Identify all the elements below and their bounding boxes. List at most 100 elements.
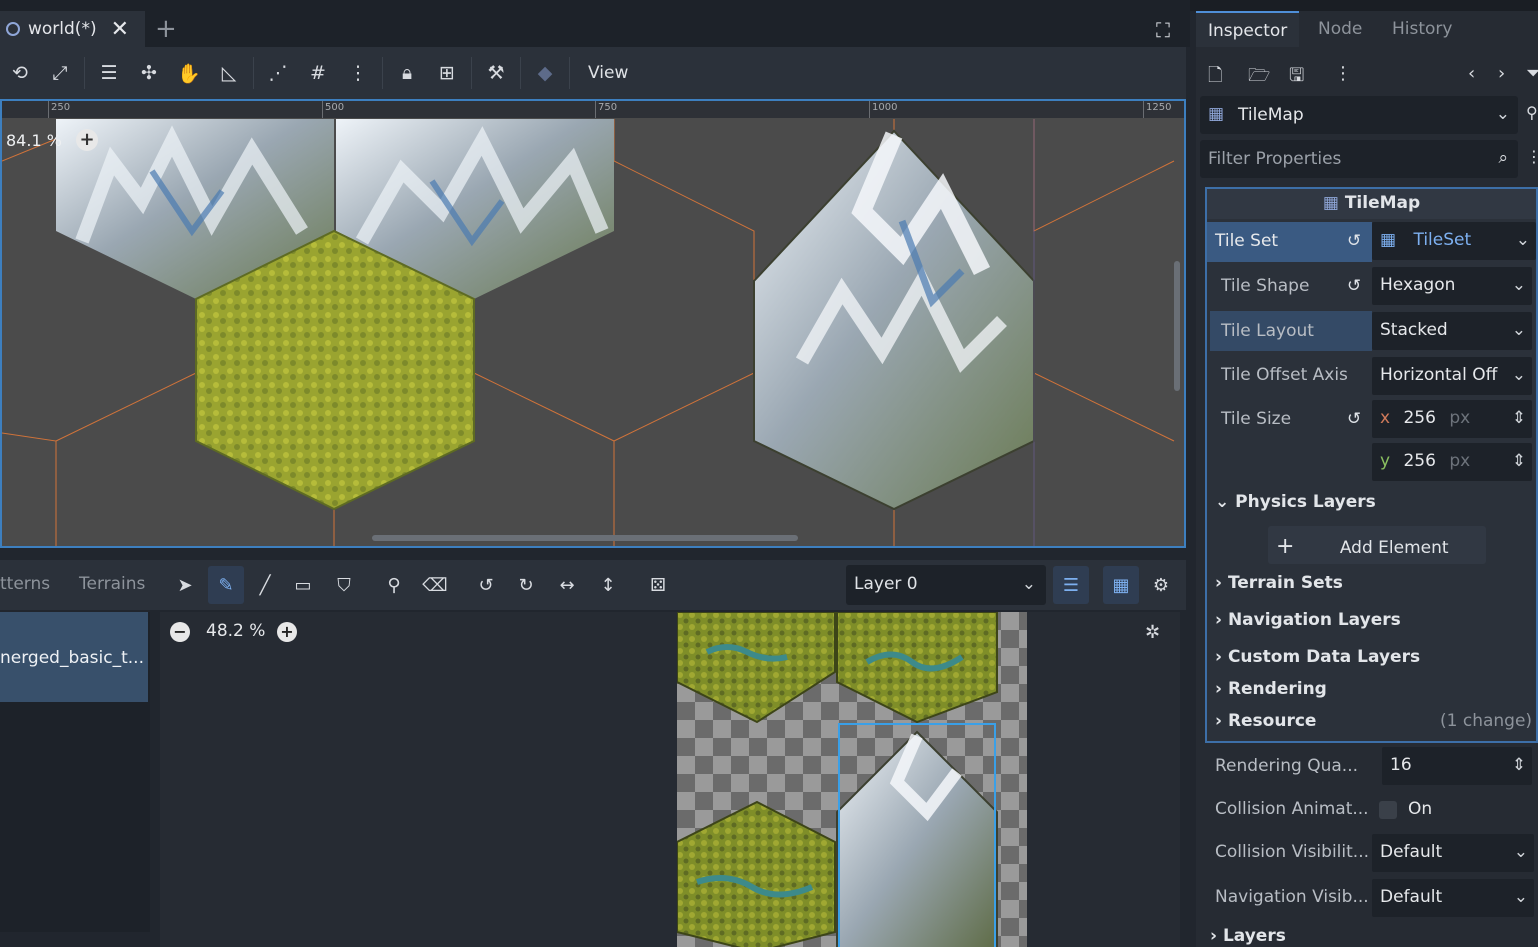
history-back-icon[interactable]: ‹ xyxy=(1468,63,1475,84)
smart-snap-icon[interactable]: ⋰ xyxy=(258,53,298,93)
custom-data-layers-section[interactable]: › Custom Data Layers xyxy=(1215,647,1420,667)
toolbar-separator xyxy=(520,57,521,89)
add-element-button[interactable]: + Add Element xyxy=(1268,526,1486,564)
horizontal-scrollbar[interactable] xyxy=(372,535,798,541)
ruler-icon[interactable]: ◺ xyxy=(209,53,249,93)
filter-properties-input[interactable]: Filter Properties ⌕ xyxy=(1200,140,1518,178)
resource-section[interactable]: › Resource xyxy=(1215,711,1316,731)
tile-size-x-field[interactable]: x 256 px ⇕ xyxy=(1372,400,1532,438)
search-icon: ⌕ xyxy=(1498,148,1508,168)
mesh-icon[interactable]: ◆ xyxy=(525,53,565,93)
inspected-node-select[interactable]: ▦ TileMap ⌄ xyxy=(1200,96,1518,134)
pivot-icon[interactable]: ✣ xyxy=(129,53,169,93)
vertical-scrollbar[interactable] xyxy=(1174,261,1180,391)
rendering-section[interactable]: › Rendering xyxy=(1215,679,1327,699)
bucket-tool-icon[interactable]: ⛉ xyxy=(326,566,362,604)
grid-snap-icon[interactable]: # xyxy=(298,53,338,93)
zoom-in-icon[interactable]: + xyxy=(277,622,297,642)
bone-icon[interactable]: ⚒ xyxy=(476,53,516,93)
pin-icon[interactable]: ⚲ xyxy=(1526,103,1538,122)
tile-offset-axis-select[interactable]: Horizontal Off ⌄ xyxy=(1372,357,1532,395)
tile-layout-value: Stacked xyxy=(1380,320,1448,340)
close-icon[interactable]: ✕ xyxy=(111,17,129,42)
revert-icon[interactable]: ↺ xyxy=(1347,276,1361,296)
scene-tab-world[interactable]: world(*) ✕ xyxy=(0,11,145,47)
zoom-level[interactable]: 84.1 % xyxy=(6,131,62,150)
tab-inspector[interactable]: Inspector xyxy=(1196,11,1300,47)
picker-tool-icon[interactable]: ⚲ xyxy=(376,566,412,604)
tilemap-canvas[interactable] xyxy=(2,101,1184,546)
tileset-icon: ▦ xyxy=(1380,230,1402,250)
eraser-tool-icon[interactable]: ⌫ xyxy=(417,566,453,604)
object-history-icon[interactable]: ⏷ xyxy=(1526,63,1538,84)
history-forward-icon[interactable]: › xyxy=(1498,63,1505,84)
tile-set-value[interactable]: ▦ TileSet ⌄ xyxy=(1372,222,1536,260)
zoom-out-icon[interactable]: − xyxy=(170,622,190,642)
layer-list-icon[interactable]: ☰ xyxy=(1053,566,1089,604)
more-icon[interactable]: ⋮ xyxy=(1334,63,1352,84)
collision-animatable-checkbox[interactable] xyxy=(1379,801,1397,819)
horizontal-ruler[interactable]: 250 500 750 1000 1250 xyxy=(2,101,1184,118)
tab-terrains[interactable]: Terrains xyxy=(79,574,145,594)
group-icon[interactable]: ⊞ xyxy=(427,53,467,93)
ruler-label: 500 xyxy=(325,102,345,113)
tools-icon[interactable]: ⚙ xyxy=(1143,566,1179,604)
zoom-in-icon[interactable]: + xyxy=(76,129,98,151)
grid-toggle-icon[interactable]: ▦ xyxy=(1103,566,1139,604)
atlas-view[interactable]: − 48.2 % + ✲ xyxy=(160,612,1180,947)
collision-visibility-select[interactable]: Default ⌄ xyxy=(1372,834,1534,872)
flip-h-icon[interactable]: ↔ xyxy=(549,566,585,604)
rotate-left-icon[interactable]: ↺ xyxy=(468,566,504,604)
terrain-sets-section[interactable]: › Terrain Sets xyxy=(1215,573,1343,593)
chevron-down-icon: ⌄ xyxy=(1511,275,1526,295)
open-folder-icon[interactable]: 🗁 xyxy=(1248,63,1270,93)
new-resource-icon[interactable]: 🗋 xyxy=(1208,63,1222,93)
flip-v-icon[interactable]: ↕ xyxy=(590,566,626,604)
revert-icon[interactable]: ↺ xyxy=(1347,409,1361,429)
random-tile-icon[interactable]: ⚄ xyxy=(640,566,676,604)
tile-shape-select[interactable]: Hexagon ⌄ xyxy=(1372,267,1532,305)
pan-icon[interactable]: ✋ xyxy=(169,53,209,93)
tile-layout-select[interactable]: Stacked ⌄ xyxy=(1372,312,1532,350)
select-tool-icon[interactable]: ➤ xyxy=(167,566,203,604)
physics-layers-section[interactable]: ⌄ Physics Layers xyxy=(1215,492,1376,512)
panel-title-text: TileMap xyxy=(1344,193,1421,213)
toolbar-separator xyxy=(84,57,85,89)
add-tab-icon[interactable]: + xyxy=(155,14,177,44)
collision-visibility-value: Default xyxy=(1380,842,1443,862)
more-icon[interactable]: ⋮ xyxy=(338,53,378,93)
layers-section[interactable]: › Layers xyxy=(1210,926,1286,946)
line-tool-icon[interactable]: ╱ xyxy=(247,566,283,604)
revert-icon[interactable]: ↺ xyxy=(1347,231,1361,251)
paint-tool-icon[interactable]: ✎ xyxy=(208,566,244,604)
tile-source-item[interactable]: nerged_basic_t... xyxy=(0,612,148,702)
stepper-icon[interactable]: ⇕ xyxy=(1512,451,1526,471)
rotate-right-icon[interactable]: ↻ xyxy=(508,566,544,604)
lock-icon[interactable]: 🔒︎ xyxy=(387,53,427,93)
navigation-visibility-select[interactable]: Default ⌄ xyxy=(1372,879,1534,917)
distraction-free-icon[interactable]: ⛶ xyxy=(1156,18,1170,42)
canvas-viewport[interactable]: 250 500 750 1000 1250 84.1 % + xyxy=(0,99,1186,548)
tile-size-y-field[interactable]: y 256 px ⇕ xyxy=(1372,443,1532,481)
save-icon[interactable]: 🖫 xyxy=(1289,63,1304,93)
rendering-quadrant-field[interactable]: 16 ⇕ xyxy=(1382,747,1532,785)
rotate-icon[interactable]: ⟲ xyxy=(0,53,40,93)
navigation-layers-section[interactable]: › Navigation Layers xyxy=(1215,610,1401,630)
tab-history[interactable]: History xyxy=(1380,11,1464,47)
property-options-icon[interactable]: ⋮ xyxy=(1526,147,1538,166)
collision-visibility-label: Collision Visibilit... xyxy=(1215,842,1369,862)
stepper-icon[interactable]: ⇕ xyxy=(1512,408,1526,428)
stepper-icon[interactable]: ⇕ xyxy=(1512,755,1526,775)
scale-icon[interactable]: ⤢ xyxy=(40,53,80,93)
atlas-zoom-level[interactable]: 48.2 % xyxy=(206,621,265,641)
rect-tool-icon[interactable]: ▭ xyxy=(285,566,321,604)
layer-select[interactable]: Layer 0 ⌄ xyxy=(846,565,1046,605)
tile-offset-axis-value: Horizontal Off xyxy=(1380,365,1498,385)
list-select-icon[interactable]: ☰ xyxy=(89,53,129,93)
view-menu-button[interactable]: View xyxy=(574,63,642,83)
tab-node[interactable]: Node xyxy=(1306,11,1374,47)
tab-patterns[interactable]: tterns xyxy=(0,574,50,594)
scene-tab-bar: world(*) ✕ + ⛶ xyxy=(0,0,1190,47)
center-view-icon[interactable]: ✲ xyxy=(1145,622,1160,643)
tile-source-list: nerged_basic_t... xyxy=(0,612,150,932)
